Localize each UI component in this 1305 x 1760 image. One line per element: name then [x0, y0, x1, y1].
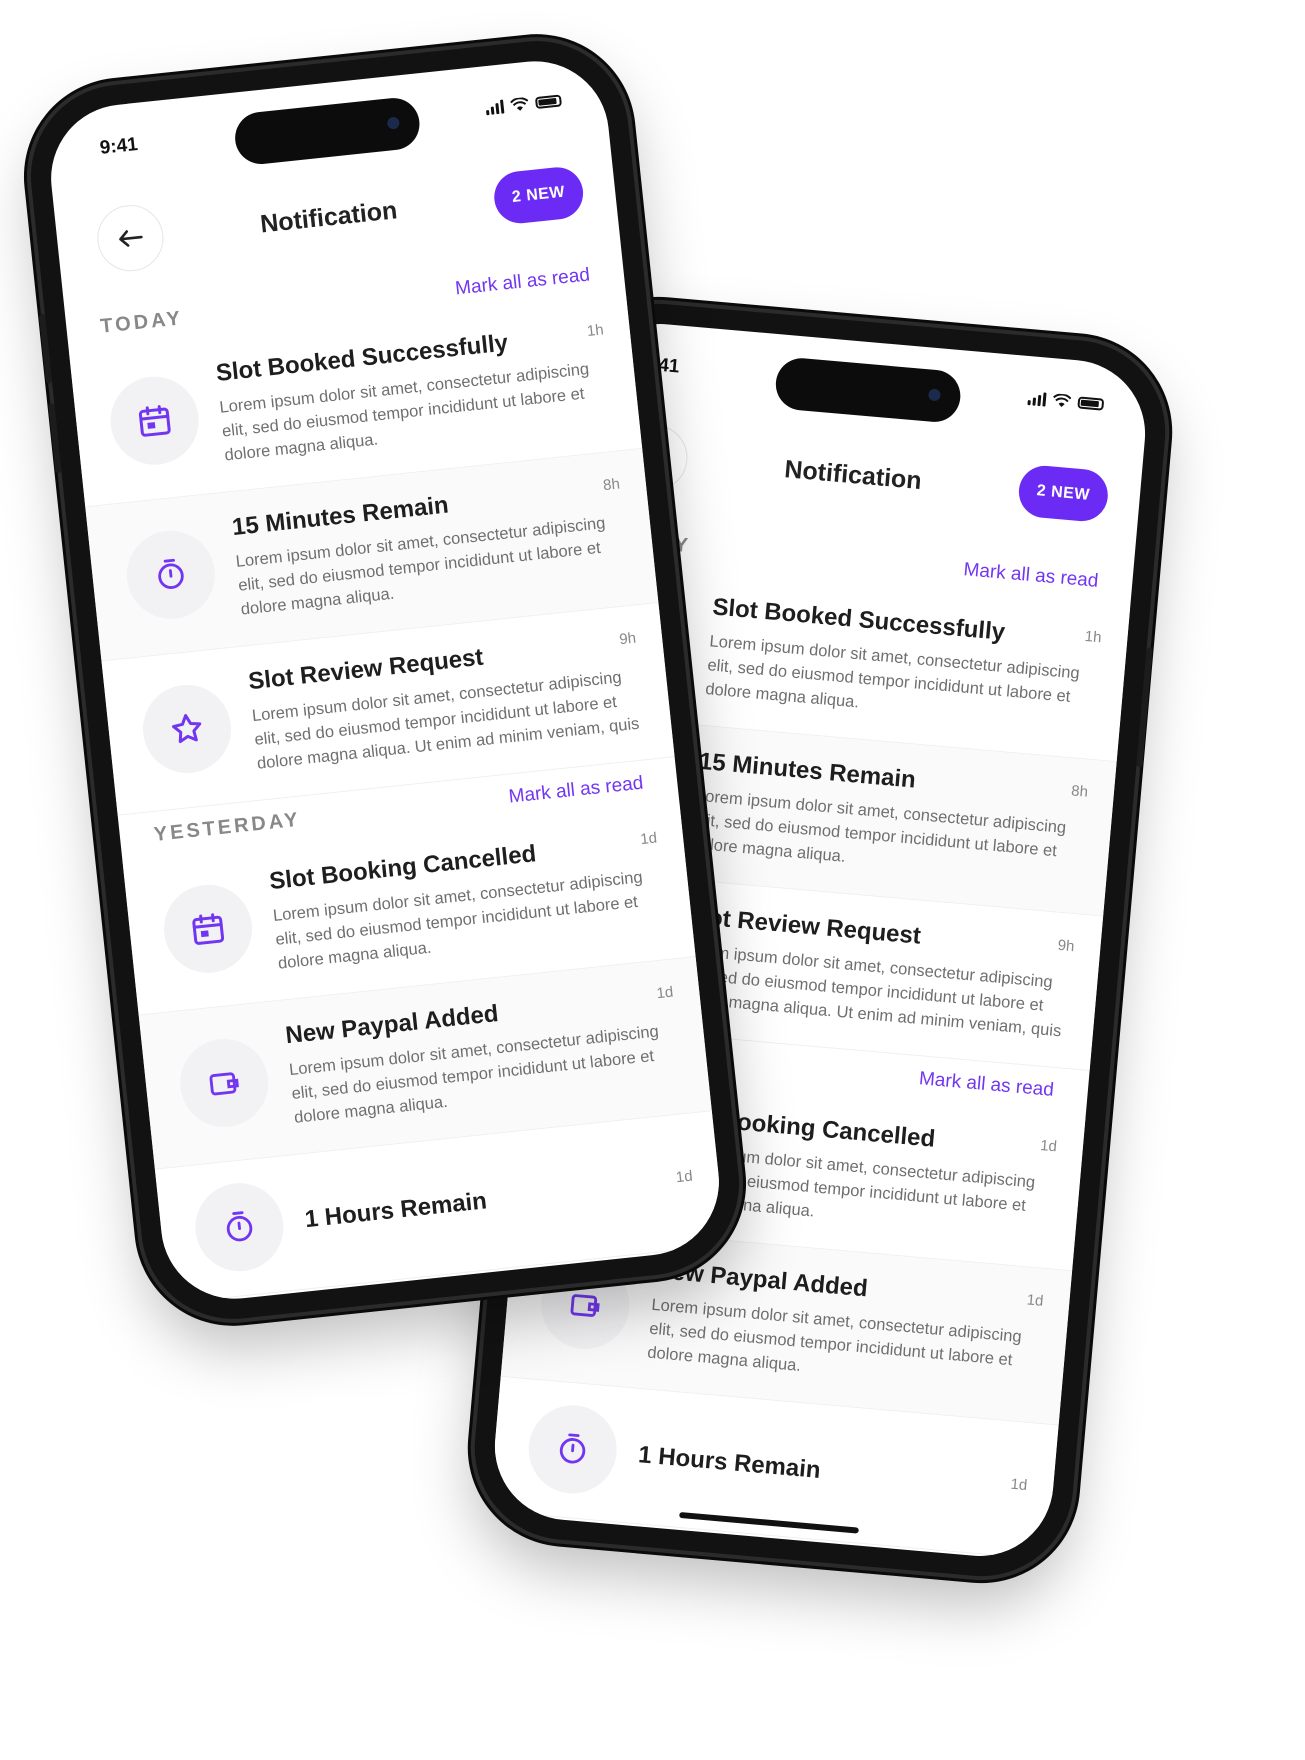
wallet-icon — [175, 1034, 273, 1132]
notification-time: 1d — [1025, 1291, 1045, 1310]
star-icon — [138, 680, 236, 778]
phone-mockup-front: 9:41 Notification 2 NEW TODAY Mark all a… — [21, 32, 749, 1328]
new-count-badge: 2 NEW — [1016, 463, 1110, 524]
page-title: Notification — [258, 195, 399, 238]
calendar-icon — [106, 372, 203, 470]
battery-icon — [1077, 396, 1105, 411]
notification-time: 8h — [1070, 782, 1089, 801]
signal-icon — [1027, 391, 1047, 407]
notification-time: 9h — [618, 629, 637, 649]
notification-title: 1 Hours Remain — [637, 1441, 822, 1485]
volume-up-button — [38, 313, 53, 384]
notification-title: 1 Hours Remain — [303, 1187, 489, 1234]
wifi-icon — [510, 97, 529, 111]
page-title: Notification — [783, 454, 923, 495]
notification-list: TODAY Mark all as read Slot Booked Succe… — [64, 249, 726, 1304]
app-header: Notification 2 NEW — [618, 417, 1111, 535]
timer-icon — [122, 526, 220, 624]
status-time: 9:41 — [98, 133, 139, 159]
notification-time: 1d — [655, 983, 675, 1003]
new-count-badge: 2 NEW — [491, 164, 586, 226]
notification-time: 1d — [675, 1167, 694, 1187]
notification-time: 1d — [1039, 1137, 1058, 1156]
mark-all-read-link[interactable]: Mark all as read — [454, 264, 591, 300]
notification-time: 9h — [1057, 936, 1076, 956]
notification-time: 8h — [602, 475, 621, 495]
notification-time: 1h — [586, 321, 605, 340]
timer-icon — [191, 1178, 288, 1276]
battery-icon — [534, 94, 563, 110]
arrow-left-icon — [119, 230, 143, 247]
notification-time: 1h — [1084, 627, 1103, 647]
volume-down-button — [48, 403, 62, 474]
mark-all-read-link[interactable]: Mark all as read — [508, 773, 645, 809]
calendar-icon — [159, 880, 257, 978]
notification-time: 1d — [639, 829, 658, 849]
section-label: TODAY — [99, 306, 184, 338]
mark-all-read-link[interactable]: Mark all as read — [918, 1068, 1054, 1102]
wifi-icon — [1053, 393, 1072, 408]
phone-screen-front: 9:41 Notification 2 NEW TODAY Mark all a… — [43, 54, 727, 1306]
signal-icon — [485, 99, 505, 116]
back-button[interactable] — [94, 201, 167, 275]
timer-icon — [524, 1401, 621, 1498]
power-button — [1136, 647, 1153, 768]
notification-time: 1d — [1009, 1475, 1028, 1495]
mark-all-read-link[interactable]: Mark all as read — [963, 559, 1099, 593]
section-label: YESTERDAY — [152, 808, 302, 846]
